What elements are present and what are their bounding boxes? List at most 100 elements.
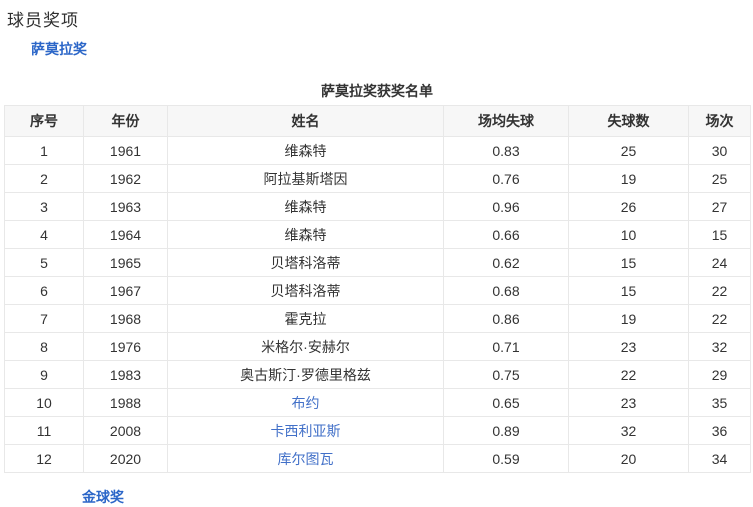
cell-index: 12 bbox=[4, 444, 84, 473]
cell-name: 阿拉基斯塔因 bbox=[167, 164, 444, 193]
next-award-section-link-partial[interactable]: 金球奖 bbox=[82, 487, 124, 507]
cell-index: 5 bbox=[4, 248, 84, 277]
cell-index: 4 bbox=[4, 220, 84, 249]
table-row: 11 2008 卡西利亚斯 0.89 32 36 bbox=[4, 416, 751, 445]
cell-conceded: 25 bbox=[568, 136, 689, 165]
cell-avg-conceded: 0.71 bbox=[443, 332, 569, 361]
cell-conceded: 26 bbox=[568, 192, 689, 221]
cell-name: 奥古斯汀·罗德里格兹 bbox=[167, 360, 444, 389]
cell-year: 1983 bbox=[83, 360, 168, 389]
cell-avg-conceded: 0.89 bbox=[443, 416, 569, 445]
table-row: 7 1968 霍克拉 0.86 19 22 bbox=[4, 304, 751, 333]
column-header-conceded: 失球数 bbox=[568, 105, 689, 137]
page-title: 球员奖项 bbox=[7, 11, 79, 30]
player-link[interactable]: 库尔图瓦 bbox=[278, 451, 334, 467]
cell-avg-conceded: 0.65 bbox=[443, 388, 569, 417]
cell-avg-conceded: 0.68 bbox=[443, 276, 569, 305]
cell-avg-conceded: 0.62 bbox=[443, 248, 569, 277]
cell-matches: 32 bbox=[688, 332, 751, 361]
cell-avg-conceded: 0.75 bbox=[443, 360, 569, 389]
column-header-year: 年份 bbox=[83, 105, 168, 137]
cell-conceded: 23 bbox=[568, 332, 689, 361]
cell-conceded: 10 bbox=[568, 220, 689, 249]
cell-year: 2020 bbox=[83, 444, 168, 473]
table-caption: 萨莫拉奖获奖名单 bbox=[321, 83, 433, 99]
cell-year: 1988 bbox=[83, 388, 168, 417]
player-link[interactable]: 卡西利亚斯 bbox=[271, 423, 341, 439]
cell-name: 卡西利亚斯 bbox=[167, 416, 444, 445]
cell-year: 1967 bbox=[83, 276, 168, 305]
cell-avg-conceded: 0.86 bbox=[443, 304, 569, 333]
cell-matches: 15 bbox=[688, 220, 751, 249]
table-row: 9 1983 奥古斯汀·罗德里格兹 0.75 22 29 bbox=[4, 360, 751, 389]
table-row: 4 1964 维森特 0.66 10 15 bbox=[4, 220, 751, 249]
table-row: 6 1967 贝塔科洛蒂 0.68 15 22 bbox=[4, 276, 751, 305]
column-header-name: 姓名 bbox=[167, 105, 444, 137]
cell-name: 米格尔·安赫尔 bbox=[167, 332, 444, 361]
cell-name: 霍克拉 bbox=[167, 304, 444, 333]
table-row: 3 1963 维森特 0.96 26 27 bbox=[4, 192, 751, 221]
cell-conceded: 15 bbox=[568, 248, 689, 277]
cell-avg-conceded: 0.83 bbox=[443, 136, 569, 165]
table-body: 1 1961 维森特 0.83 25 30 2 1962 阿拉基斯塔因 0.76 19 25 3 1963… bbox=[4, 136, 751, 473]
cell-name: 库尔图瓦 bbox=[167, 444, 444, 473]
player-link[interactable]: 布约 bbox=[292, 395, 320, 411]
cell-index: 10 bbox=[4, 388, 84, 417]
cell-conceded: 15 bbox=[568, 276, 689, 305]
cell-year: 1968 bbox=[83, 304, 168, 333]
cell-matches: 24 bbox=[688, 248, 751, 277]
cell-conceded: 19 bbox=[568, 304, 689, 333]
cell-name: 布约 bbox=[167, 388, 444, 417]
cell-matches: 27 bbox=[688, 192, 751, 221]
cell-name: 维森特 bbox=[167, 192, 444, 221]
table-row: 1 1961 维森特 0.83 25 30 bbox=[4, 136, 751, 165]
cell-matches: 22 bbox=[688, 276, 751, 305]
cell-matches: 22 bbox=[688, 304, 751, 333]
cell-index: 1 bbox=[4, 136, 84, 165]
cell-year: 1976 bbox=[83, 332, 168, 361]
zamora-award-table: 序号 年份 姓名 场均失球 失球数 场次 1 1961 维森特 0.83 25 30 2 19… bbox=[4, 105, 751, 473]
cell-index: 8 bbox=[4, 332, 84, 361]
cell-avg-conceded: 0.59 bbox=[443, 444, 569, 473]
cell-matches: 36 bbox=[688, 416, 751, 445]
zamora-award-section-link[interactable]: 萨莫拉奖 bbox=[31, 39, 87, 59]
column-header-matches: 场次 bbox=[688, 105, 751, 137]
cell-matches: 34 bbox=[688, 444, 751, 473]
table-row: 12 2020 库尔图瓦 0.59 20 34 bbox=[4, 444, 751, 473]
table-row: 10 1988 布约 0.65 23 35 bbox=[4, 388, 751, 417]
table-row: 5 1965 贝塔科洛蒂 0.62 15 24 bbox=[4, 248, 751, 277]
cell-matches: 29 bbox=[688, 360, 751, 389]
cell-matches: 35 bbox=[688, 388, 751, 417]
cell-avg-conceded: 0.96 bbox=[443, 192, 569, 221]
cell-conceded: 20 bbox=[568, 444, 689, 473]
cell-year: 1964 bbox=[83, 220, 168, 249]
cell-index: 3 bbox=[4, 192, 84, 221]
column-header-index: 序号 bbox=[4, 105, 84, 137]
cell-conceded: 23 bbox=[568, 388, 689, 417]
cell-index: 9 bbox=[4, 360, 84, 389]
cell-conceded: 19 bbox=[568, 164, 689, 193]
cell-matches: 25 bbox=[688, 164, 751, 193]
cell-matches: 30 bbox=[688, 136, 751, 165]
cell-index: 6 bbox=[4, 276, 84, 305]
cell-name: 维森特 bbox=[167, 220, 444, 249]
table-row: 8 1976 米格尔·安赫尔 0.71 23 32 bbox=[4, 332, 751, 361]
cell-conceded: 22 bbox=[568, 360, 689, 389]
cell-name: 维森特 bbox=[167, 136, 444, 165]
column-header-avg: 场均失球 bbox=[443, 105, 569, 137]
table-header-row: 序号 年份 姓名 场均失球 失球数 场次 bbox=[4, 105, 751, 137]
cell-conceded: 32 bbox=[568, 416, 689, 445]
cell-year: 1961 bbox=[83, 136, 168, 165]
cell-index: 11 bbox=[4, 416, 84, 445]
cell-avg-conceded: 0.76 bbox=[443, 164, 569, 193]
cell-index: 7 bbox=[4, 304, 84, 333]
cell-year: 2008 bbox=[83, 416, 168, 445]
table-row: 2 1962 阿拉基斯塔因 0.76 19 25 bbox=[4, 164, 751, 193]
cell-avg-conceded: 0.66 bbox=[443, 220, 569, 249]
cell-year: 1962 bbox=[83, 164, 168, 193]
cell-year: 1963 bbox=[83, 192, 168, 221]
cell-index: 2 bbox=[4, 164, 84, 193]
cell-name: 贝塔科洛蒂 bbox=[167, 248, 444, 277]
cell-name: 贝塔科洛蒂 bbox=[167, 276, 444, 305]
cell-year: 1965 bbox=[83, 248, 168, 277]
